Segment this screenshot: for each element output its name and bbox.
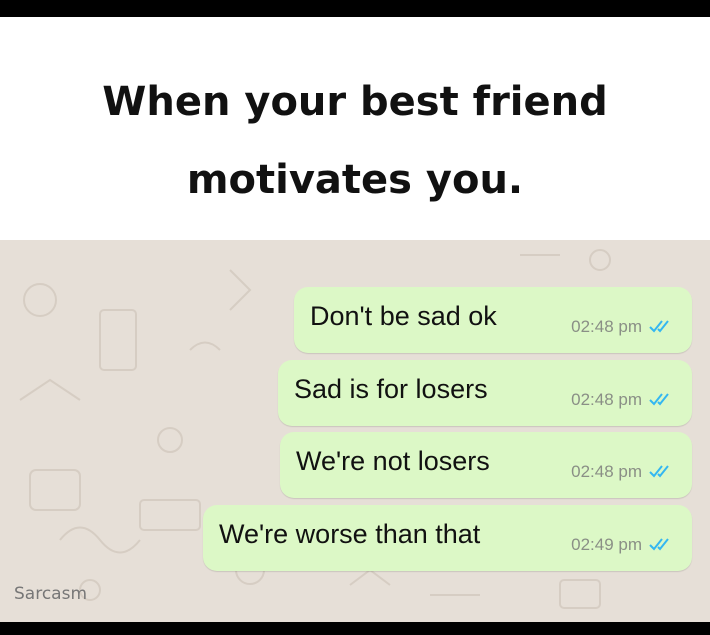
double-check-read-icon: [649, 538, 669, 551]
meme-caption: When your best friend motivates you.: [0, 63, 710, 219]
meme-caption-area: When your best friend motivates you.: [0, 17, 710, 240]
caption-line-2: motivates you.: [186, 157, 524, 203]
double-check-read-icon: [649, 465, 669, 478]
caption-line-1: When your best friend: [102, 79, 608, 125]
double-check-read-icon: [649, 320, 669, 333]
message-time: 02:48 pm: [571, 317, 642, 336]
bottom-border: [0, 622, 710, 635]
message-text: We're worse than that: [219, 519, 481, 549]
message-text: Don't be sad ok: [310, 301, 497, 331]
message-text: We're not losers: [296, 446, 490, 476]
watermark: Sarcasm: [14, 584, 88, 604]
message-time: 02:49 pm: [571, 535, 642, 554]
double-check-read-icon: [649, 393, 669, 406]
message-text: Sad is for losers: [294, 374, 488, 404]
message-bubble: Don't be sad ok 02:48 pm: [294, 287, 692, 353]
message-time: 02:48 pm: [571, 390, 642, 409]
message-bubble: We're not losers 02:48 pm: [280, 432, 692, 498]
top-border: [0, 0, 710, 17]
message-bubble: Sad is for losers 02:48 pm: [278, 360, 692, 426]
message-time: 02:48 pm: [571, 462, 642, 481]
chat-screenshot: Don't be sad ok 02:48 pm Sad is for lose…: [0, 240, 710, 622]
message-bubble: We're worse than that 02:49 pm: [203, 505, 692, 571]
